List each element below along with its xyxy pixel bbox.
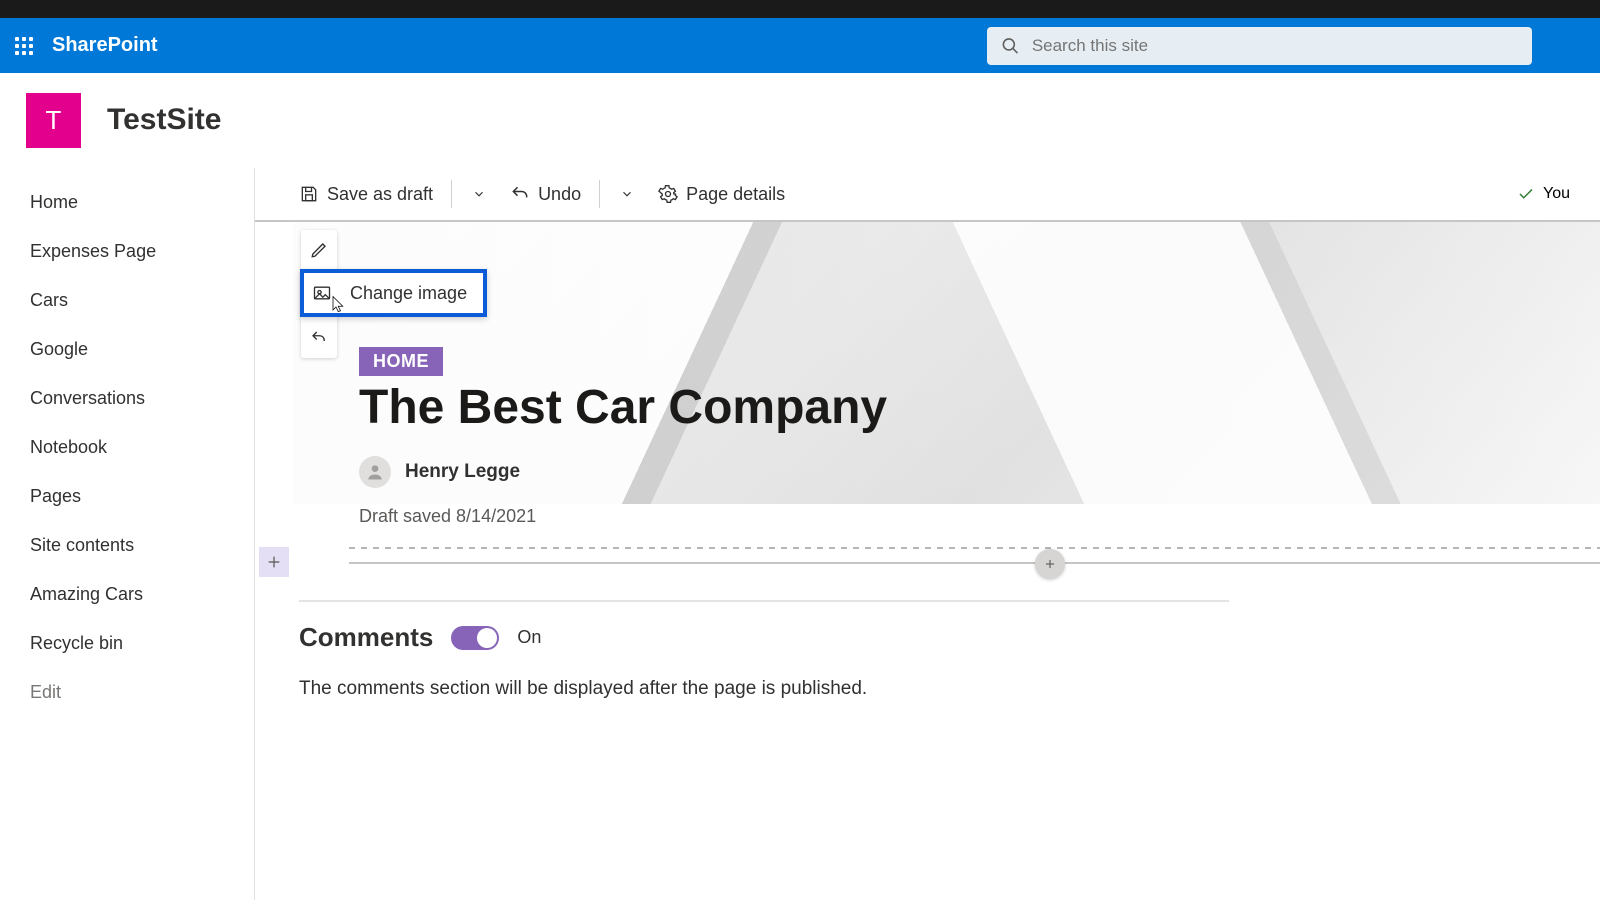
save-as-draft-button[interactable]: Save as draft xyxy=(291,178,441,211)
save-as-draft-label: Save as draft xyxy=(327,184,433,205)
undo-dropdown[interactable] xyxy=(610,187,644,201)
your-label: You xyxy=(1543,185,1570,203)
browser-address-bar xyxy=(0,0,1600,18)
change-image-label: Change image xyxy=(350,283,467,304)
comments-message: The comments section will be displayed a… xyxy=(299,678,867,700)
page-details-label: Page details xyxy=(686,184,785,205)
nav-google[interactable]: Google xyxy=(0,325,254,374)
save-dropdown[interactable] xyxy=(462,187,496,201)
page-canvas: Change image HOME The Best Car Company H… xyxy=(255,220,1600,900)
comments-divider xyxy=(299,600,1229,602)
cursor-icon xyxy=(330,295,348,313)
page-title[interactable]: The Best Car Company xyxy=(359,380,887,435)
command-bar: Save as draft Undo Page details You xyxy=(255,168,1600,220)
undo-label: Undo xyxy=(538,184,581,205)
plus-icon xyxy=(266,554,282,570)
gear-icon xyxy=(658,184,678,204)
author-row: Henry Legge xyxy=(359,456,520,488)
search-icon xyxy=(1001,36,1020,56)
check-icon xyxy=(1517,185,1535,203)
comments-heading: Comments xyxy=(299,622,433,653)
nav-home[interactable]: Home xyxy=(0,178,254,227)
author-name[interactable]: Henry Legge xyxy=(405,461,520,483)
nav-conversations[interactable]: Conversations xyxy=(0,374,254,423)
avatar[interactable] xyxy=(359,456,391,488)
section-divider-dashed xyxy=(349,547,1600,549)
edit-webpart-button[interactable] xyxy=(301,230,337,270)
separator xyxy=(451,180,452,208)
chevron-down-icon xyxy=(472,187,486,201)
nav-pages[interactable]: Pages xyxy=(0,472,254,521)
chevron-down-icon xyxy=(620,187,634,201)
nav-notebook[interactable]: Notebook xyxy=(0,423,254,472)
title-banner[interactable]: Change image HOME The Best Car Company H… xyxy=(293,222,1600,504)
site-logo[interactable]: T xyxy=(26,93,81,148)
site-header: T TestSite xyxy=(0,73,1600,168)
page-type-badge: HOME xyxy=(359,347,443,376)
reset-button[interactable] xyxy=(301,318,337,358)
section-divider-solid xyxy=(349,562,1600,564)
site-title[interactable]: TestSite xyxy=(107,103,221,137)
undo-icon xyxy=(310,329,328,347)
nav-cars[interactable]: Cars xyxy=(0,276,254,325)
pencil-icon xyxy=(310,241,328,259)
undo-icon xyxy=(510,184,530,204)
plus-icon xyxy=(1043,557,1057,571)
add-section-button[interactable] xyxy=(259,547,289,577)
search-box[interactable] xyxy=(987,27,1532,65)
comments-header: Comments On xyxy=(299,622,541,653)
comments-toggle-state: On xyxy=(517,627,541,648)
nav-amazing-cars[interactable]: Amazing Cars xyxy=(0,570,254,619)
undo-button[interactable]: Undo xyxy=(502,178,589,211)
comments-toggle[interactable] xyxy=(451,626,499,650)
nav-site-contents[interactable]: Site contents xyxy=(0,521,254,570)
separator xyxy=(599,180,600,208)
suite-bar: SharePoint xyxy=(0,18,1600,73)
add-webpart-button[interactable] xyxy=(1035,549,1065,579)
person-icon xyxy=(365,462,385,482)
nav-recycle-bin[interactable]: Recycle bin xyxy=(0,619,254,668)
nav-edit[interactable]: Edit xyxy=(0,668,254,717)
change-image-callout[interactable]: Change image xyxy=(300,269,487,317)
save-icon xyxy=(299,184,319,204)
draft-status: Draft saved 8/14/2021 xyxy=(359,506,536,527)
left-nav: Home Expenses Page Cars Google Conversat… xyxy=(0,168,255,900)
page-details-button[interactable]: Page details xyxy=(650,178,793,211)
app-launcher-icon[interactable] xyxy=(8,30,40,62)
nav-expenses[interactable]: Expenses Page xyxy=(0,227,254,276)
suite-brand[interactable]: SharePoint xyxy=(52,34,158,57)
search-input[interactable] xyxy=(1032,36,1518,56)
